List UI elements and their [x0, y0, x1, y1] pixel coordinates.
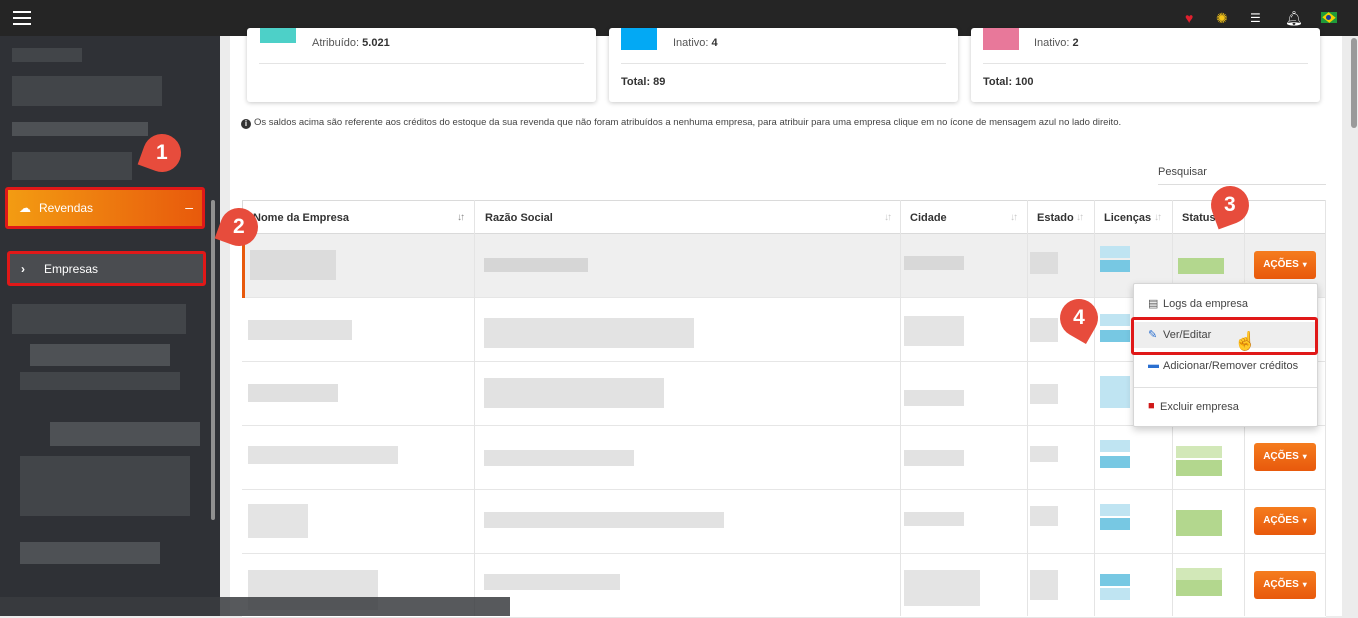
list-icon[interactable]: ☰	[1250, 9, 1261, 27]
balance-card-3: Inativo: 2 Total: 100	[971, 28, 1320, 102]
actions-dropdown-menu: ▤ Logs da empresa ✎ Ver/Editar ▬ Adicion…	[1133, 283, 1318, 427]
info-text: Os saldos acima são referente aos crédit…	[254, 117, 1122, 128]
menu-item-excluir[interactable]: ■ Excluir empresa	[1134, 394, 1317, 420]
color-swatch	[621, 28, 657, 50]
card-value: 4	[711, 37, 718, 49]
hand-cursor-icon: ☝	[1234, 331, 1257, 351]
menu-item-logs[interactable]: ▤ Logs da empresa	[1134, 291, 1317, 317]
balance-card-2: Inativo: 4 Total: 89	[609, 28, 958, 102]
card-total: Total: 89	[621, 76, 666, 88]
color-swatch	[260, 28, 296, 43]
message-icon: ▬	[1148, 359, 1159, 371]
sort-icon[interactable]: ↓↑	[1154, 212, 1162, 223]
sort-desc-icon[interactable]: ↓↑	[457, 212, 465, 223]
column-header[interactable]: Nome da Empresa	[253, 212, 349, 224]
sort-icon[interactable]: ↓↑	[884, 212, 892, 223]
table-row[interactable]: AÇÕES ▾	[242, 426, 1326, 490]
brazil-flag-icon[interactable]	[1321, 12, 1337, 23]
bottom-blurred-bar	[0, 597, 510, 616]
sort-icon[interactable]: ↓↑	[1010, 212, 1018, 223]
actions-button[interactable]: AÇÕES ▾	[1254, 507, 1316, 535]
card-label: Inativo:	[673, 37, 709, 49]
actions-button[interactable]: AÇÕES ▾	[1254, 443, 1316, 471]
heart-icon[interactable]: ♥	[1185, 9, 1193, 27]
column-header[interactable]: Status	[1182, 212, 1216, 224]
table-row[interactable]: AÇÕES ▾	[242, 490, 1326, 554]
info-icon: i	[241, 119, 251, 129]
search-input[interactable]	[1158, 184, 1326, 185]
card-value: 2	[1072, 37, 1079, 49]
trash-icon: ■	[1148, 400, 1155, 412]
card-label: Inativo:	[1034, 37, 1070, 49]
card-total: Total: 100	[983, 76, 1034, 88]
highlight-revendas	[5, 187, 205, 229]
actions-button[interactable]: AÇÕES ▾	[1254, 571, 1316, 599]
page-scrollbar[interactable]	[1350, 36, 1358, 616]
sort-icon[interactable]: ↓↑	[1076, 212, 1084, 223]
table-header: Nome da Empresa ↓↑ Razão Social ↓↑ Cidad…	[242, 200, 1326, 234]
bell-icon[interactable]: 🔔︎	[1285, 9, 1303, 27]
balance-card-1: Atribuído: 5.021	[247, 28, 596, 102]
actions-button[interactable]: AÇÕES ▾	[1254, 251, 1316, 279]
menu-item-creditos[interactable]: ▬ Adicionar/Remover créditos	[1134, 353, 1317, 379]
sidebar-scrollbar[interactable]	[211, 200, 215, 520]
search-label: Pesquisar	[1158, 166, 1207, 178]
column-header[interactable]: Cidade	[910, 212, 947, 224]
log-icon: ▤	[1148, 298, 1159, 310]
highlight-empresas	[7, 251, 206, 286]
column-header[interactable]: Razão Social	[485, 212, 553, 224]
hamburger-menu-icon[interactable]	[13, 11, 31, 25]
card-value: 5.021	[362, 37, 390, 49]
card-label: Atribuído:	[312, 37, 360, 49]
highlight-ver-editar	[1131, 317, 1318, 355]
column-header[interactable]: Estado	[1037, 212, 1074, 224]
column-header[interactable]: Licenças	[1104, 212, 1151, 224]
color-swatch	[983, 28, 1019, 50]
info-note: i Os saldos acima são referente aos crédi…	[241, 117, 1121, 129]
sidebar	[0, 36, 220, 616]
lightbulb-icon[interactable]: ✺	[1216, 9, 1228, 27]
